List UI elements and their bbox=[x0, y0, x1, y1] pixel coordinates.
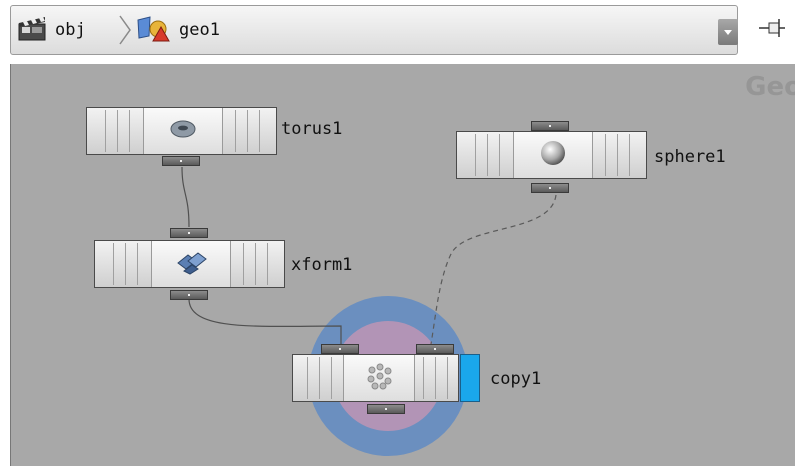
wire-xform1-copy1 bbox=[188, 298, 342, 344]
network-editor[interactable]: Geo torus1 bbox=[10, 64, 795, 466]
clapperboard-icon bbox=[17, 14, 47, 46]
node-xform1-label[interactable]: xform1 bbox=[291, 255, 352, 275]
node-copy1-output-port[interactable] bbox=[367, 404, 405, 414]
breadcrumb-item-geo1[interactable]: geo1 bbox=[135, 6, 220, 54]
sphere-icon bbox=[538, 138, 568, 172]
node-sphere1[interactable] bbox=[456, 131, 647, 179]
node-torus1-label[interactable]: torus1 bbox=[281, 119, 342, 139]
node-sphere1-output-port[interactable] bbox=[531, 183, 569, 193]
transform-icon bbox=[174, 249, 208, 279]
node-sphere1-label[interactable]: sphere1 bbox=[654, 147, 726, 167]
breadcrumb-item-obj[interactable]: obj bbox=[17, 6, 86, 54]
breadcrumb-label: obj bbox=[55, 20, 86, 40]
node-xform1[interactable] bbox=[94, 240, 285, 288]
node-sphere1-input-port[interactable] bbox=[531, 121, 569, 131]
pin-icon bbox=[757, 19, 787, 46]
node-copy1-display-flag[interactable] bbox=[460, 354, 480, 402]
breadcrumb-separator-icon bbox=[117, 6, 133, 54]
node-copy1-input-port-1[interactable] bbox=[321, 344, 359, 354]
node-torus1-output-port[interactable] bbox=[162, 156, 200, 166]
node-torus1[interactable] bbox=[86, 107, 277, 155]
torus-icon bbox=[168, 118, 198, 144]
network-path-toolbar: obj geo1 bbox=[0, 0, 795, 64]
wire-sphere1-copy1 bbox=[430, 194, 557, 345]
breadcrumb-label: geo1 bbox=[179, 20, 220, 40]
node-copy1-input-port-2[interactable] bbox=[416, 344, 454, 354]
wire-torus1-xform1 bbox=[181, 166, 190, 228]
path-dropdown-button[interactable] bbox=[718, 19, 738, 45]
pin-button[interactable] bbox=[757, 14, 787, 42]
node-copy1-label[interactable]: copy1 bbox=[490, 369, 541, 389]
chevron-down-icon bbox=[718, 30, 738, 49]
geometry-shapes-icon bbox=[135, 14, 171, 46]
node-xform1-output-port[interactable] bbox=[170, 290, 208, 300]
copy-icon bbox=[363, 361, 395, 395]
node-copy1[interactable] bbox=[292, 354, 459, 402]
path-bar: obj geo1 bbox=[10, 5, 738, 55]
node-xform1-input-port[interactable] bbox=[170, 228, 208, 238]
